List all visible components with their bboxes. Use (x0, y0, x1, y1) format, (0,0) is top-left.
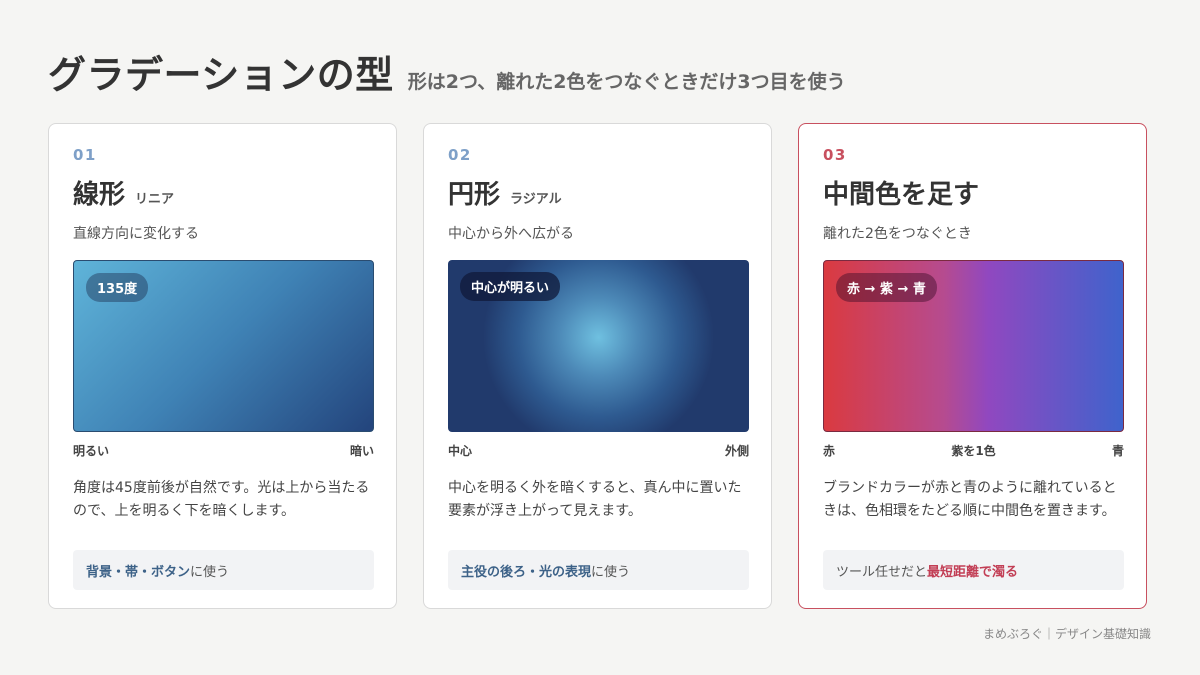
card-body-text: 中心を明るく外を暗くすると、真ん中に置いた要素が浮き上がって見えます。 (448, 480, 742, 519)
usage-highlight: 背景・帯・ボタン (86, 564, 191, 580)
card-row: 01 線形 リニア 直線方向に変化する 135度 明るい 暗い 角度は45度前後… (48, 123, 1147, 609)
radial-gradient-swatch: 中心が明るい (448, 260, 749, 432)
usage-text: に使う (190, 564, 230, 580)
card-linear: 01 線形 リニア 直線方向に変化する 135度 明るい 暗い 角度は45度前後… (48, 123, 397, 609)
card-radial: 02 円形 ラジアル 中心から外へ広がる 中心が明るい 中心 外側 中心を明るく… (423, 123, 772, 609)
scale-start-label: 赤 (823, 444, 836, 458)
card-kana: リニア (135, 192, 175, 207)
page-title: グラデーションの型 (48, 53, 394, 97)
scale-start-label: 中心 (448, 444, 473, 458)
usage-box: 主役の後ろ・光の表現 に使う (448, 550, 749, 590)
usage-box: 背景・帯・ボタン に使う (73, 550, 374, 590)
gradient-scale: 明るい 暗い (73, 442, 374, 459)
card-body-text: ブランドカラーが赤と青のように離れているときは、色相環をたどる順に中間色を置きま… (823, 480, 1117, 519)
card-name: 中間色を足す (823, 180, 980, 210)
linear-gradient-swatch: 135度 (73, 260, 374, 432)
scale-end-label: 外側 (724, 444, 749, 458)
card-description: 直線方向に変化する (73, 226, 199, 242)
scale-start-label: 明るい (73, 444, 110, 458)
card-body-text: 角度は45度前後が自然です。光は上から当たるので、上を明るく下を暗くします。 (73, 480, 370, 519)
card-number: 02 (448, 146, 472, 164)
scale-end-label: 青 (1111, 444, 1124, 458)
card-title: 円形 ラジアル (448, 174, 747, 211)
usage-highlight: 最短距離で濁る (927, 564, 1019, 580)
usage-highlight: 主役の後ろ・光の表現 (461, 564, 592, 580)
card-number: 03 (823, 146, 847, 164)
gradient-scale: 赤 紫を1色 青 (823, 442, 1124, 459)
card-number: 01 (73, 146, 97, 164)
color-sequence-badge: 赤 → 紫 → 青 (836, 273, 937, 302)
page-subtitle: 形は2つ、離れた2色をつなぐときだけ3つ目を使う (407, 71, 846, 93)
card-description: 離れた2色をつなぐとき (823, 226, 972, 242)
scale-end-label: 暗い (349, 444, 374, 458)
usage-box: ツール任せだと 最短距離で濁る (823, 550, 1124, 590)
card-intermediate-color: 03 中間色を足す 離れた2色をつなぐとき 赤 → 紫 → 青 赤 紫を1色 青… (798, 123, 1147, 609)
scale-middle-label: 紫を1色 (951, 444, 996, 458)
usage-text: に使う (591, 564, 631, 580)
usage-text: ツール任せだと (836, 564, 928, 580)
angle-badge: 135度 (86, 273, 149, 302)
footer-credit: まめぶろぐ｜デザイン基礎知識 (982, 627, 1151, 641)
card-description: 中心から外へ広がる (448, 226, 574, 242)
three-color-gradient-swatch: 赤 → 紫 → 青 (823, 260, 1124, 432)
card-name: 線形 (73, 180, 126, 210)
card-name: 円形 (448, 180, 501, 210)
gradient-scale: 中心 外側 (448, 442, 749, 459)
card-title: 線形 リニア (73, 174, 372, 211)
card-title: 中間色を足す (823, 174, 1122, 211)
header: グラデーションの型 形は2つ、離れた2色をつなぐときだけ3つ目を使う (48, 44, 846, 99)
center-badge: 中心が明るい (460, 272, 561, 301)
card-kana: ラジアル (510, 192, 562, 207)
